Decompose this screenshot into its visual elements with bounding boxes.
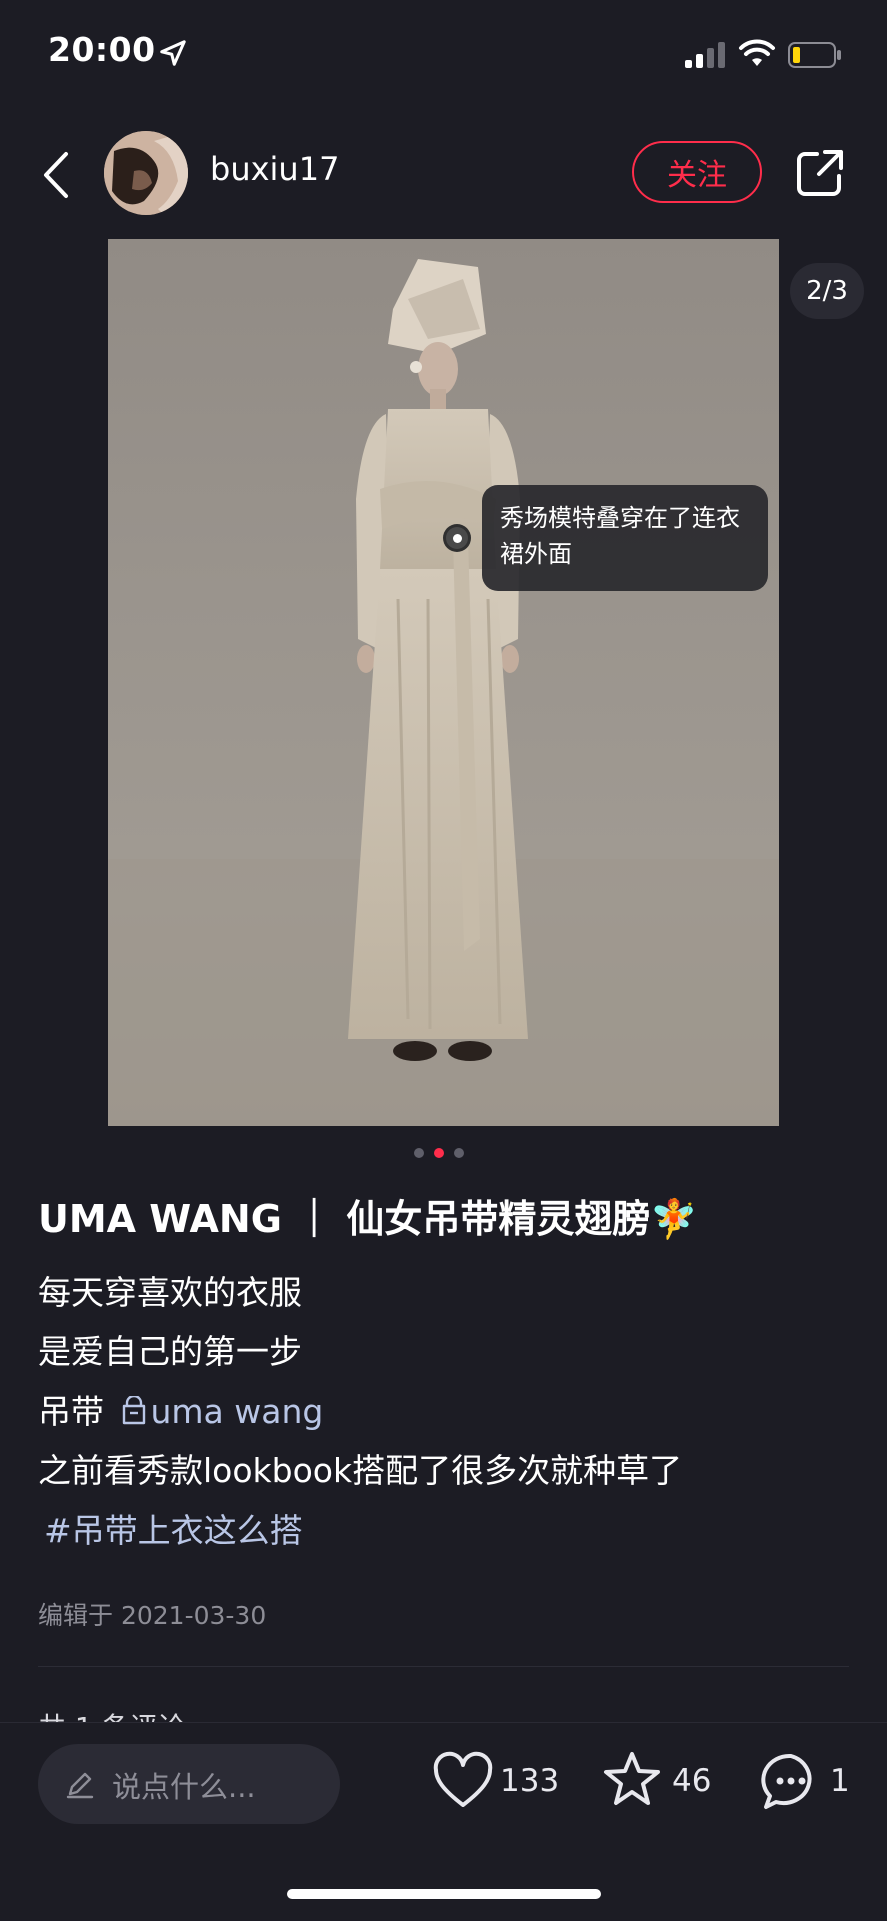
post-line-3: 吊带 uma wang (38, 1385, 323, 1433)
location-arrow-icon (160, 40, 186, 66)
wifi-icon (739, 39, 775, 66)
shop-bag-icon (122, 1394, 145, 1425)
star-count: 46 (672, 1763, 712, 1799)
post-line-4: 之前看秀款lookbook搭配了很多次就种草了 (38, 1451, 683, 1490)
post-line-3-prefix: 吊带 (38, 1392, 104, 1431)
back-arrow-icon[interactable] (36, 148, 76, 202)
status-time: 20:00 (48, 30, 156, 69)
divider (38, 1666, 849, 1667)
pencil-icon (66, 1772, 94, 1799)
follow-button[interactable]: 关注 (632, 141, 762, 203)
carousel-dot (454, 1148, 464, 1158)
carousel-dot (414, 1148, 424, 1158)
comment-input[interactable]: 说点什么... (38, 1744, 340, 1824)
star-icon[interactable] (600, 1748, 664, 1812)
signal-icon (685, 42, 725, 68)
heart-icon[interactable] (432, 1751, 494, 1813)
brand-link-label: uma wang (150, 1392, 324, 1431)
avatar[interactable] (104, 131, 188, 215)
photo-tag-label[interactable]: 秀场模特叠穿在了连衣裙外面 (482, 485, 768, 591)
home-indicator[interactable] (287, 1889, 601, 1899)
brand-link[interactable]: uma wang (115, 1392, 324, 1431)
edit-date: 编辑于 2021-03-30 (38, 1601, 267, 1630)
post-photo[interactable] (108, 239, 779, 1126)
carousel-dot (434, 1148, 444, 1158)
carousel-indicator (414, 1148, 474, 1160)
comment-count: 1 (830, 1763, 850, 1799)
username[interactable]: buxiu17 (210, 150, 339, 188)
post-line-2: 是爱自己的第一步 (38, 1332, 302, 1371)
post-line-1: 每天穿喜欢的衣服 (38, 1273, 302, 1312)
tag-dot-icon[interactable] (443, 524, 471, 552)
chat-icon[interactable] (760, 1751, 822, 1813)
page-indicator: 2/3 (790, 263, 864, 319)
battery-icon (788, 42, 841, 68)
comment-count-label: 共 1 条评论 (38, 1706, 186, 1722)
hashtag-link[interactable]: #吊带上衣这么搭 (44, 1504, 303, 1552)
comment-placeholder: 说点什么... (112, 1770, 256, 1804)
share-icon[interactable] (795, 148, 845, 198)
post-title: UMA WANG ｜ 仙女吊带精灵翅膀🧚 (38, 1197, 698, 1241)
like-count: 133 (500, 1763, 560, 1799)
